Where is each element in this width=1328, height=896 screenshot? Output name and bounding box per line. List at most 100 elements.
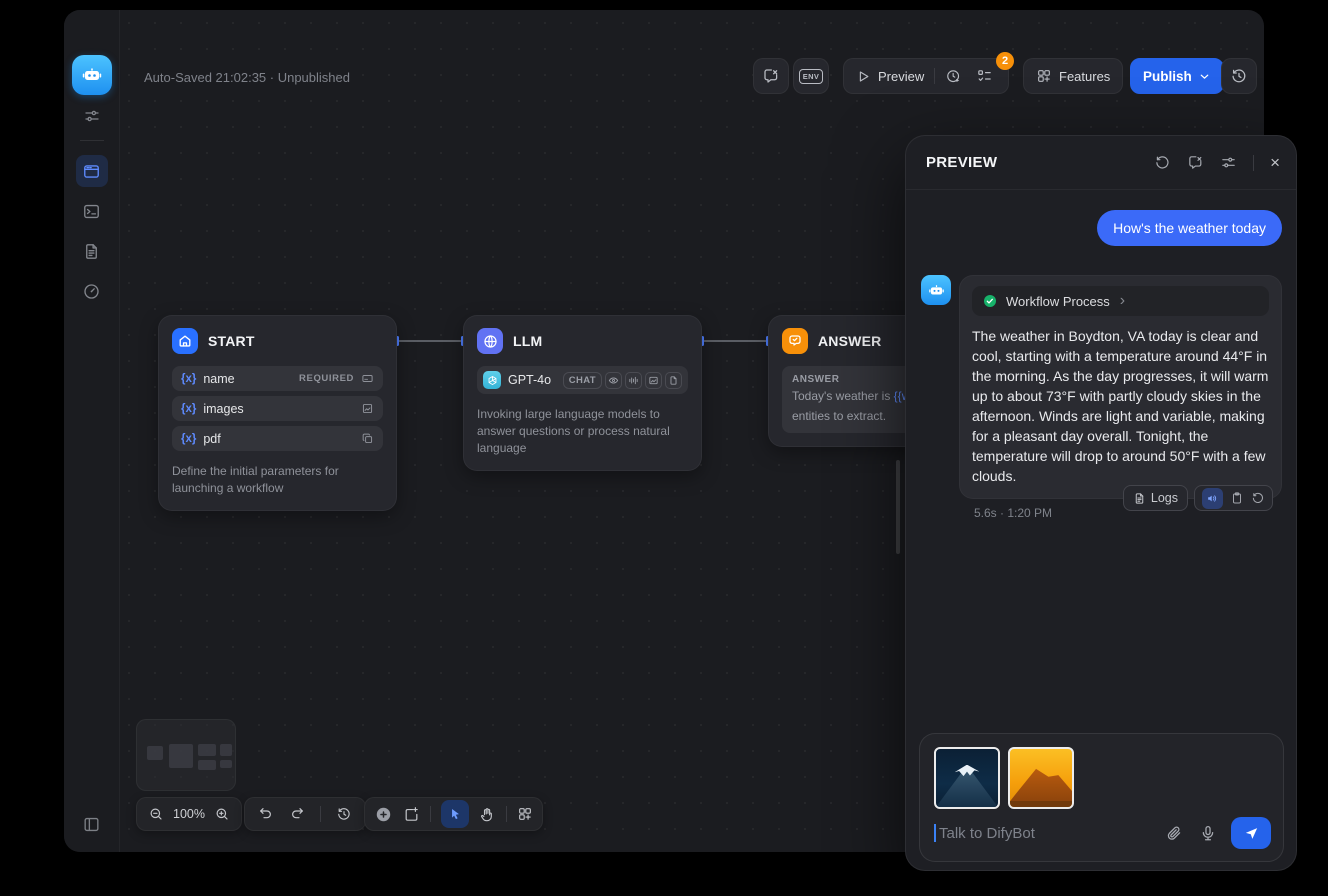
pointer-mode-button[interactable]: [441, 800, 469, 828]
voice-input-button[interactable]: [1199, 824, 1217, 842]
openai-icon: [483, 371, 501, 389]
add-note-icon[interactable]: [403, 806, 420, 823]
text-field-icon: [361, 372, 374, 385]
sidebar-item-api-terminal[interactable]: [76, 195, 108, 227]
canvas-scrollbar[interactable]: [896, 460, 900, 554]
panel-header-divider: [1253, 155, 1254, 171]
features-button[interactable]: Features: [1023, 58, 1123, 94]
autosave-status: Auto-Saved 21:02:35 · Unpublished: [144, 70, 350, 85]
edge-llm-to-answer: [702, 340, 768, 342]
preview-panel-header: PREVIEW ×: [906, 136, 1296, 190]
toolbar-divider: [320, 806, 321, 822]
success-check-icon: [982, 293, 998, 309]
copy-button[interactable]: [1230, 491, 1244, 505]
app-logo-robot-icon[interactable]: [72, 55, 112, 95]
message-actions: Logs: [1123, 485, 1273, 511]
llm-model-icon: [477, 328, 503, 354]
image-capability-icon: [645, 372, 662, 389]
run-history-clock-icon[interactable]: [945, 68, 962, 85]
restart-conversation-icon[interactable]: [1154, 154, 1171, 171]
user-message-bubble: How's the weather today: [1097, 210, 1282, 246]
model-name: GPT-4o: [508, 373, 551, 387]
regenerate-button[interactable]: [1251, 491, 1265, 505]
preview-run-button[interactable]: Preview: [878, 69, 924, 84]
undo-redo-group: [244, 797, 366, 831]
add-node-icon[interactable]: [374, 805, 393, 824]
redo-icon[interactable]: [289, 806, 305, 822]
chat-input-placeholder: Talk to DifyBot: [939, 825, 1035, 842]
node-description: Define the initial parameters for launch…: [172, 463, 383, 497]
attached-image-mountain-orange[interactable]: [1008, 747, 1074, 809]
app-settings-sliders-icon[interactable]: [83, 107, 101, 125]
hand-mode-icon[interactable]: [479, 806, 496, 823]
attach-file-button[interactable]: [1165, 824, 1183, 842]
copy-files-icon: [361, 432, 374, 445]
sidebar-item-monitoring[interactable]: [76, 275, 108, 307]
features-grid-icon: [1036, 68, 1052, 84]
organize-nodes-icon[interactable]: [517, 806, 533, 822]
toolbar-divider: [506, 806, 507, 822]
node-title: LLM: [513, 333, 542, 349]
send-message-button[interactable]: [1231, 817, 1271, 849]
speaker-icon: [1206, 492, 1219, 505]
zoom-out-icon[interactable]: [148, 806, 164, 822]
start-field-name: {x} name REQUIRED: [172, 366, 383, 391]
sidebar-item-logs[interactable]: [76, 235, 108, 267]
attached-image-mountain-blue[interactable]: [934, 747, 1000, 809]
document-capability-icon: [665, 372, 682, 389]
checklist-icon[interactable]: [976, 68, 993, 85]
text-to-speech-button[interactable]: [1202, 488, 1223, 509]
publish-button[interactable]: Publish: [1130, 58, 1224, 94]
node-description: Invoking large language models to answer…: [477, 406, 688, 457]
send-plane-icon: [1243, 825, 1260, 842]
cursor-icon: [448, 807, 463, 822]
annotation-comment-button[interactable]: [753, 58, 789, 94]
logs-button[interactable]: Logs: [1123, 485, 1188, 511]
workflow-process-toggle[interactable]: Workflow Process ›: [972, 286, 1269, 316]
version-history-button[interactable]: [1221, 58, 1257, 94]
chevron-right-icon: ›: [1120, 293, 1125, 309]
chat-mode-badge: CHAT: [563, 372, 602, 389]
model-selector-row[interactable]: GPT-4o CHAT: [477, 366, 688, 394]
sidebar-item-orchestrate[interactable]: [76, 155, 108, 187]
chevron-down-icon: [1198, 70, 1211, 83]
node-llm[interactable]: LLM GPT-4o CHAT: [463, 315, 702, 471]
start-field-pdf: {x} pdf: [172, 426, 383, 451]
collapse-sidebar-icon[interactable]: [82, 815, 101, 834]
variable-token: {x}: [181, 373, 196, 385]
close-icon[interactable]: ×: [1270, 154, 1280, 171]
text-caret: [934, 824, 936, 842]
image-file-icon: [361, 402, 374, 415]
microphone-icon: [1199, 824, 1217, 842]
bot-message-card: Workflow Process › The weather in Boydto…: [959, 275, 1282, 499]
bot-avatar: [921, 275, 951, 305]
environment-variables-button[interactable]: ENV: [793, 58, 829, 94]
history-clock-icon: [1230, 67, 1248, 85]
zoom-level-label[interactable]: 100%: [173, 807, 205, 821]
message-action-group: [1194, 485, 1273, 511]
node-start[interactable]: START {x} name REQUIRED {x} images {x} p…: [158, 315, 397, 511]
logs-doc-icon: [1133, 492, 1146, 505]
canvas-tools-group: [364, 797, 543, 831]
env-icon: ENV: [799, 69, 824, 84]
edge-start-to-llm: [397, 340, 463, 342]
node-title: ANSWER: [818, 333, 881, 349]
audio-capability-icon: [625, 372, 642, 389]
chat-input[interactable]: Talk to DifyBot: [934, 817, 1271, 849]
annotation-comment-icon[interactable]: [1187, 154, 1204, 171]
change-history-icon[interactable]: [336, 806, 352, 822]
clipboard-icon: [1230, 491, 1244, 505]
chat-input-container: Talk to DifyBot: [919, 733, 1284, 862]
undo-icon[interactable]: [258, 806, 274, 822]
canvas-minimap[interactable]: [136, 719, 236, 791]
preview-title: PREVIEW: [926, 154, 997, 171]
conversation-settings-icon[interactable]: [1220, 154, 1237, 171]
paperclip-icon: [1165, 824, 1183, 842]
zoom-in-icon[interactable]: [214, 806, 230, 822]
play-icon[interactable]: [856, 69, 871, 84]
preview-panel: PREVIEW × How's the weather today: [905, 135, 1297, 871]
zoom-controls-group: 100%: [136, 797, 242, 831]
home-icon: [172, 328, 198, 354]
bot-message-text: The weather in Boydton, VA today is clea…: [972, 326, 1269, 486]
answer-bubble-check-icon: [782, 328, 808, 354]
